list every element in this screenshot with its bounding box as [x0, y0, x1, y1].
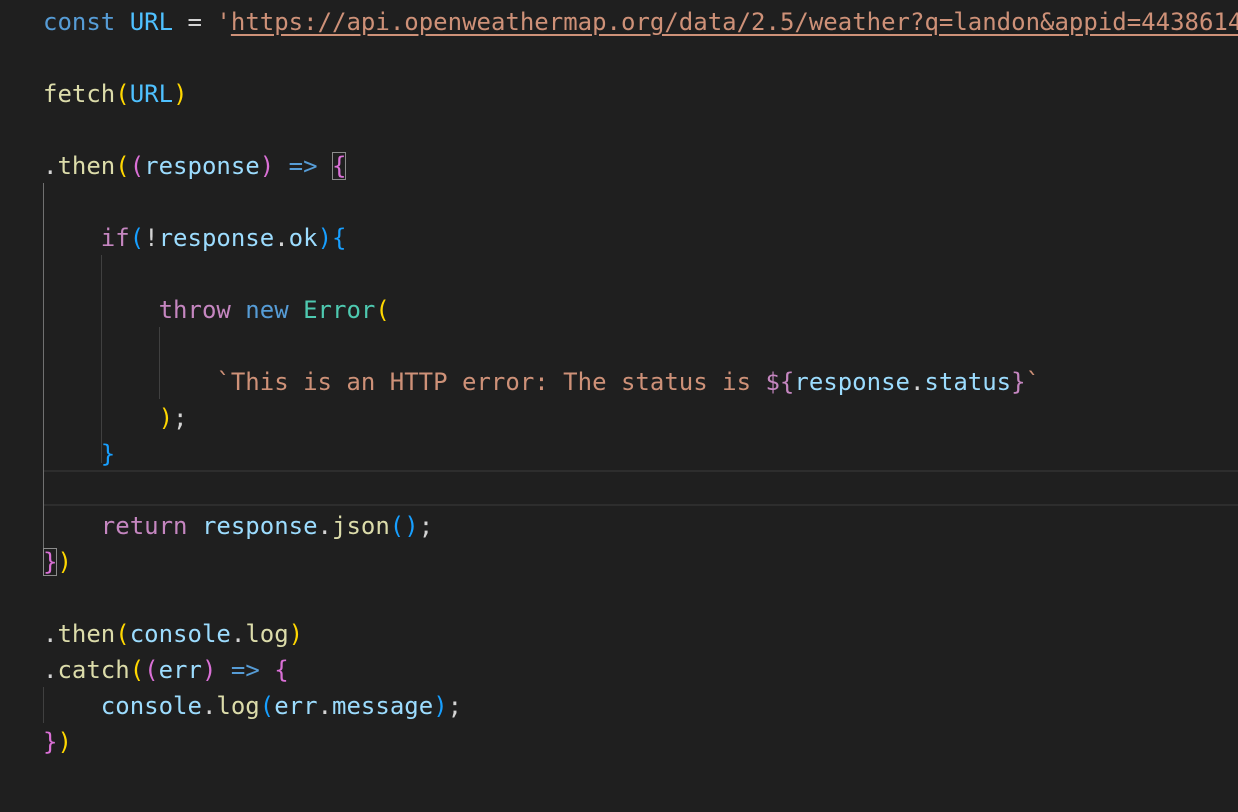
- response-object: response: [794, 368, 910, 396]
- keyword-throw: throw: [158, 296, 231, 324]
- arrow-operator: =>: [230, 656, 260, 684]
- url-string-link[interactable]: https://api.openweathermap.org/data/2.5/…: [231, 8, 1238, 36]
- console-object: console: [100, 692, 202, 720]
- dot: .: [201, 692, 217, 720]
- paren-close: ): [433, 692, 448, 720]
- code-line-1[interactable]: const URL = 'https://api.openweathermap.…: [43, 4, 1238, 40]
- dot: .: [909, 368, 925, 396]
- brace-close: }: [43, 728, 58, 756]
- paren-open: (: [375, 296, 390, 324]
- code-line-4[interactable]: if(!response.ok){: [43, 220, 347, 256]
- not-operator: !: [144, 224, 159, 252]
- template-string-end: `: [1025, 368, 1041, 396]
- catch-method: catch: [57, 656, 130, 684]
- paren-open: (: [115, 620, 130, 648]
- code-line-11[interactable]: .then(console.log): [43, 616, 303, 652]
- paren-close: ): [57, 728, 72, 756]
- arrow-operator: =>: [288, 152, 318, 180]
- paren-close: ): [57, 548, 72, 576]
- code-editor[interactable]: const URL = 'https://api.openweathermap.…: [0, 0, 1238, 812]
- code-line-2[interactable]: fetch(URL): [43, 76, 188, 112]
- semicolon: ;: [173, 404, 188, 432]
- log-method: log: [245, 620, 289, 648]
- template-expr-close: }: [1011, 368, 1026, 396]
- paren-close: ): [158, 404, 174, 432]
- paren-open: (: [389, 512, 405, 540]
- code-line-8[interactable]: }: [43, 436, 115, 472]
- code-line-13[interactable]: console.log(err.message);: [43, 688, 462, 724]
- fetch-call: fetch: [43, 80, 116, 108]
- code-line-6[interactable]: `This is an HTTP error: The status is ${…: [43, 364, 1040, 400]
- paren-close: ): [288, 620, 304, 648]
- message-property: message: [332, 692, 434, 720]
- params-close: ): [201, 656, 217, 684]
- brace-open: {: [332, 224, 347, 252]
- response-object: response: [201, 512, 318, 540]
- dot: .: [317, 692, 333, 720]
- code-line-14[interactable]: }): [43, 724, 72, 760]
- brace-open: {: [274, 656, 289, 684]
- template-string: `This is an HTTP error: The status is: [216, 368, 766, 396]
- brace-close: }: [100, 440, 116, 468]
- paren-open: (: [129, 656, 145, 684]
- json-method: json: [332, 512, 390, 540]
- paren-open: (: [115, 152, 130, 180]
- keyword-const: const: [43, 8, 116, 36]
- brace-close-matched: }: [43, 548, 58, 576]
- status-property: status: [924, 368, 1012, 396]
- code-line-7[interactable]: );: [43, 400, 188, 436]
- then-method: then: [57, 620, 116, 648]
- brace-open-matched: {: [332, 152, 347, 180]
- dot: .: [274, 224, 289, 252]
- assign-operator: =: [187, 8, 202, 36]
- paren-open: (: [259, 692, 275, 720]
- dot: .: [317, 512, 332, 540]
- url-argument: URL: [129, 80, 174, 108]
- response-object: response: [158, 224, 275, 252]
- params-open: (: [144, 656, 159, 684]
- keyword-return: return: [100, 512, 188, 540]
- template-expr-open: ${: [765, 368, 795, 396]
- log-method: log: [216, 692, 260, 720]
- then-method: then: [57, 152, 116, 180]
- param-err: err: [158, 656, 202, 684]
- ok-property: ok: [288, 224, 318, 252]
- semicolon: ;: [418, 512, 434, 540]
- paren-open: (: [129, 224, 145, 252]
- paren-close: ): [173, 80, 188, 108]
- dot: .: [230, 620, 246, 648]
- code-line-10[interactable]: }): [43, 544, 72, 580]
- keyword-new: new: [245, 296, 289, 324]
- code-line-9[interactable]: return response.json();: [43, 508, 433, 544]
- code-line-5[interactable]: throw new Error(: [43, 292, 390, 328]
- dot: .: [43, 152, 58, 180]
- const-url-name: URL: [129, 8, 174, 36]
- params-open: (: [129, 152, 145, 180]
- dot: .: [43, 656, 58, 684]
- params-close: ): [259, 152, 275, 180]
- console-object: console: [129, 620, 231, 648]
- keyword-if: if: [100, 224, 130, 252]
- code-line-3[interactable]: .then((response) => {: [43, 148, 347, 184]
- current-line-highlight: [43, 470, 1238, 506]
- dot: .: [43, 620, 58, 648]
- paren-close: ): [317, 224, 333, 252]
- paren-open: (: [115, 80, 130, 108]
- string-quote: ': [216, 8, 231, 36]
- code-line-12[interactable]: .catch((err) => {: [43, 652, 289, 688]
- param-response: response: [144, 152, 260, 180]
- paren-close: ): [404, 512, 419, 540]
- semicolon: ;: [447, 692, 463, 720]
- error-class: Error: [303, 296, 376, 324]
- err-object: err: [274, 692, 318, 720]
